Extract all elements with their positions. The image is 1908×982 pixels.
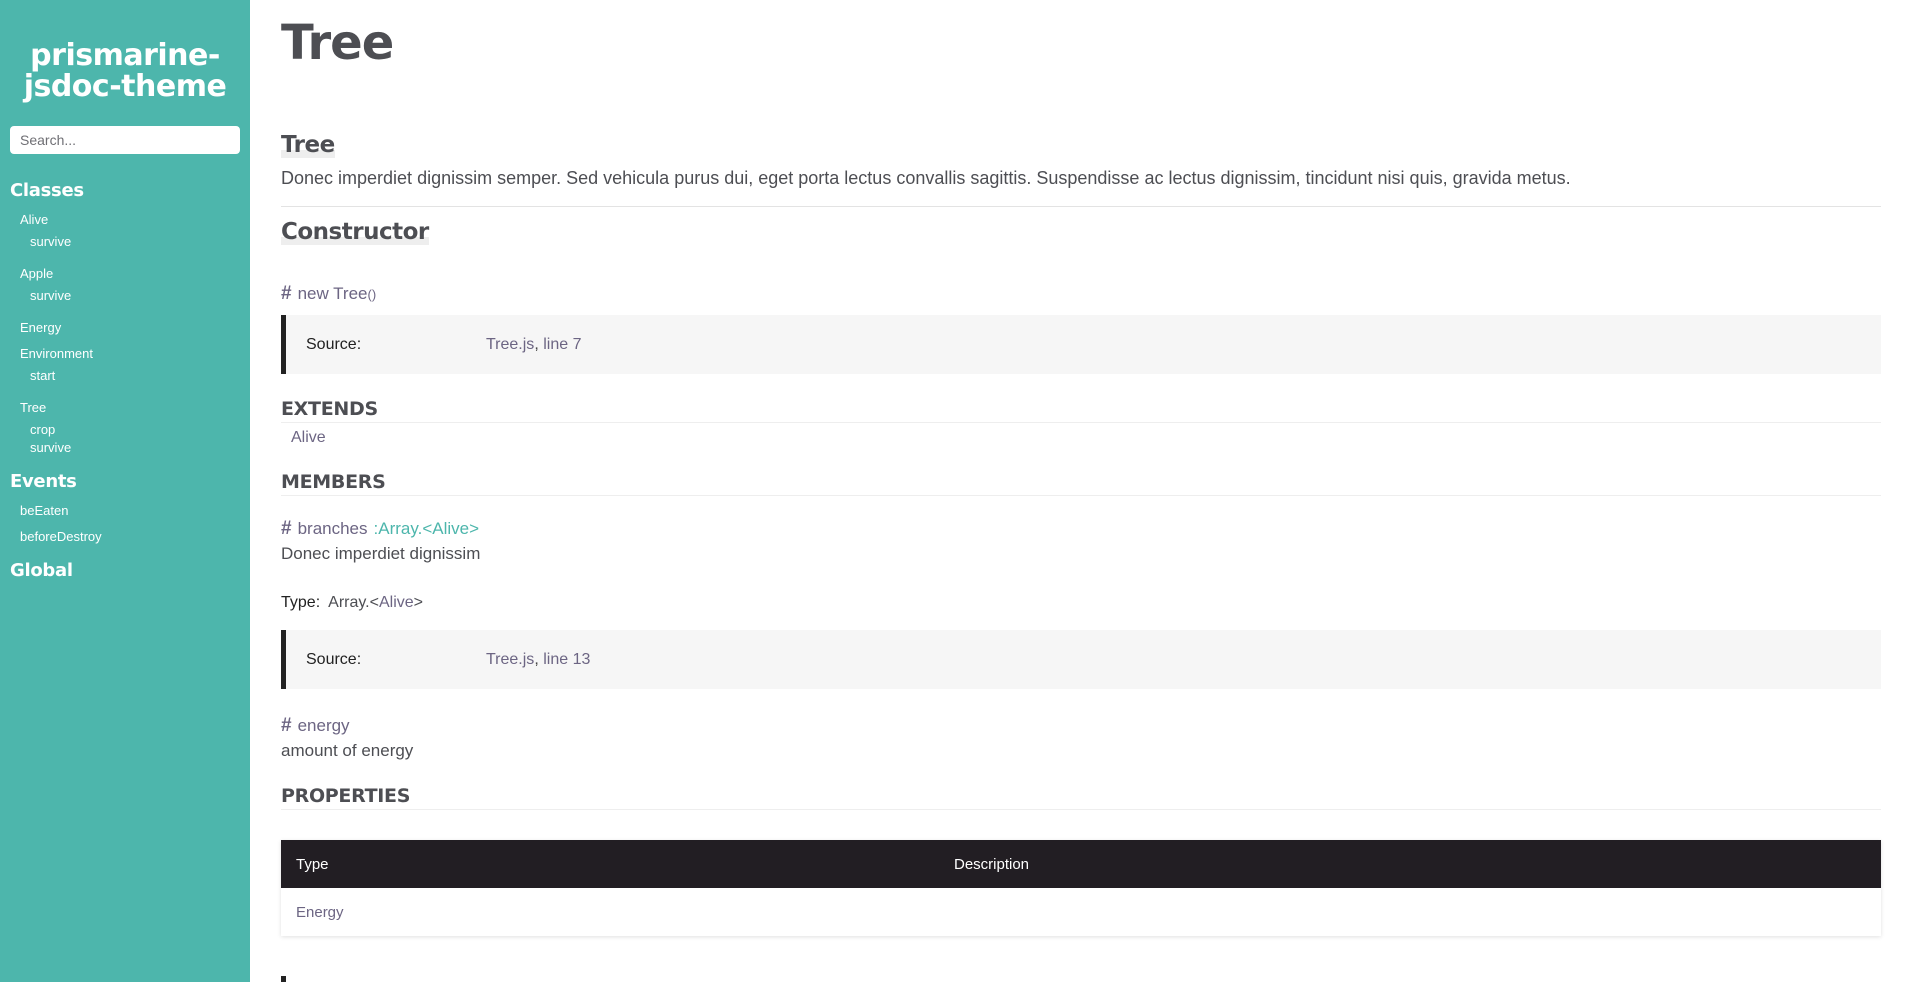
source-separator: , xyxy=(534,650,539,668)
table-cell-type-link[interactable]: Energy xyxy=(281,888,939,936)
nav-classes-list: Alive survive Apple survive Energy Envir… xyxy=(10,211,240,457)
member-branches-signature: # branches :Array.<Alive> xyxy=(281,518,1881,540)
properties-table: Type Description Energy xyxy=(281,840,1881,936)
nav-class-tree[interactable]: Tree xyxy=(10,399,240,417)
nav-member-tree-crop[interactable]: crop xyxy=(10,421,240,439)
source-line-link[interactable]: line 13 xyxy=(543,651,590,669)
member-branches-source-box: Source: Tree.js, line 13 xyxy=(281,630,1881,689)
table-row: Energy xyxy=(281,888,1881,936)
nav-group-tree: Tree crop survive xyxy=(10,399,240,457)
member-energy-description: amount of energy xyxy=(281,741,414,760)
anchor-hash-link[interactable]: # xyxy=(281,283,292,304)
nav-event-before-destroy[interactable]: beforeDestroy xyxy=(10,528,240,546)
nav-member-environment-start[interactable]: start xyxy=(10,367,240,385)
nav-class-alive[interactable]: Alive xyxy=(10,211,240,229)
source-file-link[interactable]: Tree.js xyxy=(486,651,534,669)
nav-member-tree-survive[interactable]: survive xyxy=(10,439,240,457)
brand-title[interactable]: prismarine- jsdoc-theme xyxy=(10,40,240,102)
nav-heading-global[interactable]: Global xyxy=(10,560,240,581)
type-link-alive[interactable]: Alive xyxy=(379,594,414,611)
extends-link-alive[interactable]: Alive xyxy=(281,429,1881,447)
constructor-signature: # new Tree() xyxy=(281,283,1881,305)
member-branches-type-line: Type: Array.<Alive> xyxy=(281,594,1881,612)
type-label: Type: xyxy=(281,594,321,611)
properties-heading: PROPERTIES xyxy=(281,785,1881,810)
extends-heading: EXTENDS xyxy=(281,398,1881,423)
nav-group-alive: Alive survive xyxy=(10,211,240,251)
sidebar: prismarine- jsdoc-theme Classes Alive su… xyxy=(0,0,250,982)
main-content: Tree Tree Donec imperdiet dignissim semp… xyxy=(281,0,1881,982)
table-header-row: Type Description xyxy=(281,840,1881,888)
class-description: Donec imperdiet dignissim semper. Sed ve… xyxy=(281,168,1571,188)
anchor-hash-link[interactable]: # xyxy=(281,518,292,539)
nav-group-environment: Environment start xyxy=(10,345,240,385)
nav-events-list: beEaten beforeDestroy xyxy=(10,502,240,546)
nav-member-alive-survive[interactable]: survive xyxy=(10,233,240,251)
table-header-description: Description xyxy=(939,840,1881,888)
nav-heading-events[interactable]: Events xyxy=(10,471,240,492)
member-branches-type: :Array.<Alive> xyxy=(373,519,480,538)
table-cell-description xyxy=(939,888,1881,936)
nav-event-be-eaten[interactable]: beEaten xyxy=(10,502,240,520)
anchor-hash-link[interactable]: # xyxy=(281,715,292,736)
member-energy-name: energy xyxy=(297,716,350,735)
next-source-box-edge xyxy=(281,976,286,982)
brand-line-1: prismarine- xyxy=(30,38,220,73)
page-title: Tree xyxy=(281,15,394,71)
nav-class-environment[interactable]: Environment xyxy=(10,345,240,363)
source-label: Source: xyxy=(306,650,362,668)
source-file-link[interactable]: Tree.js xyxy=(486,336,534,354)
class-title: Tree xyxy=(281,132,335,158)
type-suffix: > xyxy=(413,594,423,611)
constructor-params: () xyxy=(367,287,377,302)
source-line-link[interactable]: line 7 xyxy=(543,336,581,354)
constructor-heading: Constructor xyxy=(281,219,429,245)
nav-class-energy[interactable]: Energy xyxy=(10,319,240,337)
nav-class-apple[interactable]: Apple xyxy=(10,265,240,283)
table-header-type: Type xyxy=(281,840,939,888)
search-input[interactable] xyxy=(10,126,240,154)
source-separator: , xyxy=(534,335,539,353)
type-prefix: Array.< xyxy=(328,594,379,611)
member-branches-name: branches xyxy=(297,519,368,538)
nav-group-apple: Apple survive xyxy=(10,265,240,305)
nav-heading-classes[interactable]: Classes xyxy=(10,180,240,201)
brand-line-2: jsdoc-theme xyxy=(23,69,227,104)
member-branches-description: Donec imperdiet dignissim xyxy=(281,544,481,563)
nav-group-energy: Energy xyxy=(10,319,240,337)
constructor-source-box: Source: Tree.js, line 7 xyxy=(281,315,1881,374)
members-heading: MEMBERS xyxy=(281,471,1881,496)
member-energy-signature: # energy xyxy=(281,715,1881,737)
constructor-name: new Tree xyxy=(297,284,368,303)
source-label: Source: xyxy=(306,335,362,353)
nav-member-apple-survive[interactable]: survive xyxy=(10,287,240,305)
